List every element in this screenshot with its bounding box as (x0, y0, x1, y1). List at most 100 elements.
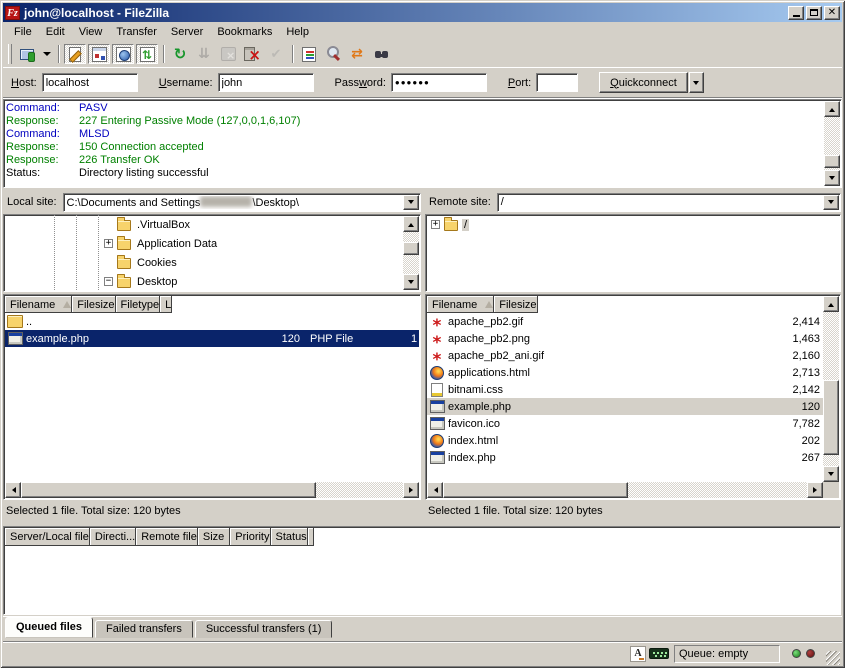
quickconnect-button[interactable]: Quickconnect (599, 72, 688, 93)
resize-grip[interactable] (826, 651, 840, 665)
tree-item[interactable]: / (426, 215, 840, 234)
log-line-label: Status: (6, 167, 79, 180)
menu-item[interactable]: Server (164, 24, 210, 40)
chevron-down-icon (693, 81, 699, 88)
file-row[interactable]: applications.html 2,713 (427, 364, 823, 381)
separator (289, 44, 296, 64)
separator (160, 44, 167, 64)
local-tree-toggle[interactable] (88, 44, 110, 64)
local-path-dropdown-button[interactable] (403, 195, 419, 210)
queue-column-label: Directi... (95, 531, 135, 543)
refresh[interactable] (169, 44, 191, 64)
queue-column-header[interactable]: Status (271, 528, 308, 546)
menu-item[interactable]: File (7, 24, 39, 40)
tree-item[interactable]: Application Data (4, 234, 420, 253)
tree-expander[interactable] (431, 220, 440, 229)
tree-item[interactable]: Cookies (4, 253, 420, 272)
file-row[interactable]: apache_pb2.png 1,463 (427, 330, 823, 347)
file-row[interactable]: favicon.ico 7,782 (427, 415, 823, 432)
menu-item[interactable]: Help (279, 24, 316, 40)
arrow-left-icon (9, 487, 16, 493)
queue-column-header[interactable] (308, 528, 314, 546)
file-row[interactable]: example.php 120 PHP File 1 (5, 330, 419, 347)
toolbar (3, 41, 842, 68)
local-list-hscroll-thumb[interactable] (21, 482, 316, 498)
queue-column-header[interactable]: Directi... (90, 528, 136, 546)
local-tree-scrollbar-thumb[interactable] (403, 242, 419, 255)
remote-list-scroll-left-button[interactable] (427, 482, 443, 498)
local-file-list: Filename Filesize Filetype L .. (3, 294, 421, 500)
maximize-button[interactable] (806, 6, 822, 20)
host-input[interactable] (42, 73, 138, 92)
remote-list-vscroll-thumb[interactable] (823, 380, 839, 455)
tree-expander[interactable] (104, 239, 113, 248)
remote-path-combo[interactable]: / (497, 193, 841, 212)
password-input[interactable] (391, 73, 487, 92)
close-button[interactable]: ✕ (824, 6, 840, 20)
file-icon (429, 416, 445, 431)
queue-column-header[interactable]: Server/Local file (5, 528, 90, 546)
column-header[interactable]: Filesize (494, 296, 537, 313)
site-manager-dropdown[interactable] (40, 44, 53, 64)
cancel-transfer[interactable] (217, 44, 239, 64)
queue-column-label: Priority (235, 531, 269, 543)
username-input[interactable] (218, 73, 314, 92)
tree-item[interactable]: .VirtualBox (4, 215, 420, 234)
queue-column-header[interactable]: Remote file (136, 528, 198, 546)
file-row[interactable]: bitnami.css 2,142 (427, 381, 823, 398)
process-queue[interactable] (193, 44, 215, 64)
log-scrollbar-thumb[interactable] (824, 155, 840, 168)
queue-column-header[interactable]: Size (198, 528, 230, 546)
remote-list-scroll-down-button[interactable] (823, 466, 839, 482)
remote-list-scroll-up-button[interactable] (823, 296, 839, 312)
tree-expander[interactable] (104, 277, 113, 286)
reconnect[interactable] (265, 44, 287, 64)
menu-item[interactable]: Edit (39, 24, 72, 40)
port-input[interactable] (536, 73, 578, 92)
remote-list-hscroll-thumb[interactable] (443, 482, 628, 498)
menu-item[interactable]: View (72, 24, 110, 40)
local-tree-scroll-up-button[interactable] (403, 216, 419, 232)
local-list-scroll-left-button[interactable] (5, 482, 21, 498)
local-tree-scroll-down-button[interactable] (403, 274, 419, 290)
queue-tab[interactable]: Queued files (5, 617, 93, 638)
log-line-label: Response: (6, 115, 79, 128)
column-header[interactable]: L (160, 296, 172, 313)
file-row[interactable]: index.html 202 (427, 432, 823, 449)
column-header[interactable]: Filesize (72, 296, 115, 313)
queue-column-header[interactable]: Priority (230, 528, 270, 546)
log-scroll-up-button[interactable] (824, 101, 840, 117)
column-header[interactable]: Filename (427, 296, 494, 313)
arrow-down-icon (408, 280, 414, 287)
directory-comparison[interactable] (322, 44, 344, 64)
file-row[interactable]: apache_pb2_ani.gif 2,160 (427, 347, 823, 364)
menu-item[interactable]: Bookmarks (210, 24, 279, 40)
local-list-scroll-right-button[interactable] (403, 482, 419, 498)
minimize-button[interactable] (788, 6, 804, 20)
remote-list-scroll-right-button[interactable] (807, 482, 823, 498)
queue-tab[interactable]: Failed transfers (95, 620, 193, 638)
remote-path-dropdown-button[interactable] (823, 195, 839, 210)
menu-item[interactable]: Transfer (109, 24, 164, 40)
synchronized-browsing[interactable] (346, 44, 368, 64)
disconnect[interactable] (241, 44, 263, 64)
file-row[interactable]: apache_pb2.gif 2,414 (427, 313, 823, 330)
remote-tree-toggle[interactable] (112, 44, 134, 64)
local-path-combo[interactable]: C:\Documents and Settings\Desktop\ (63, 193, 421, 212)
column-header[interactable]: Filetype (116, 296, 161, 313)
site-manager[interactable] (16, 44, 38, 64)
file-row[interactable]: .. (5, 313, 419, 330)
file-row[interactable]: example.php 120 (427, 398, 823, 415)
column-header[interactable]: Filename (5, 296, 72, 313)
log-scroll-down-button[interactable] (824, 170, 840, 186)
tree-item[interactable]: Desktop (4, 272, 420, 291)
column-header-label: Filesize (77, 299, 114, 311)
find-files[interactable] (370, 44, 392, 64)
queue-toggle[interactable] (136, 44, 158, 64)
queue-tab[interactable]: Successful transfers (1) (195, 620, 333, 638)
quickconnect-dropdown-button[interactable] (689, 72, 704, 93)
filter[interactable] (298, 44, 320, 64)
file-row[interactable]: index.php 267 (427, 449, 823, 466)
message-log-toggle[interactable] (64, 44, 86, 64)
title-bar[interactable]: Fz john@localhost - FileZilla ✕ (3, 3, 842, 22)
